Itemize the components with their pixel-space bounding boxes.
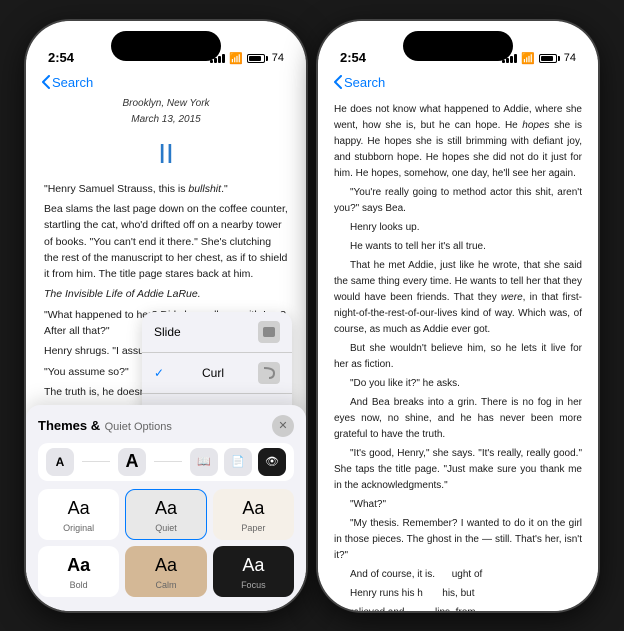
right-para-10: "What?" (334, 497, 582, 513)
themes-title: Themes & (38, 418, 100, 433)
dynamic-island (111, 31, 221, 61)
theme-focus-aa: Aa (242, 555, 264, 576)
right-para-6: But she wouldn't believe him, so he lets… (334, 341, 582, 373)
theme-paper[interactable]: Aa Paper (213, 489, 294, 540)
right-battery-label: 74 (564, 52, 576, 64)
wifi-icon: 📶 (229, 52, 243, 65)
theme-bold-aa: Aa (67, 555, 90, 576)
theme-original[interactable]: Aa Original (38, 489, 119, 540)
right-para-14: relieved and lips, from (334, 605, 582, 611)
theme-calm-label: Calm (155, 580, 176, 590)
theme-original-aa: Aa (68, 498, 90, 519)
font-row-icons: 📖 📄 👁 (190, 448, 286, 476)
right-para-3: Henry looks up. (334, 220, 582, 236)
transition-curl[interactable]: ✓ Curl (142, 353, 292, 394)
book-para-1: "Henry Samuel Strauss, this is bullshit.… (44, 181, 288, 197)
right-para-12: And of course, it is. ught of (334, 567, 582, 583)
divider2 (154, 461, 182, 462)
left-time: 2:54 (48, 50, 74, 65)
phones-container: 2:54 📶 74 (26, 21, 598, 611)
right-nav-bar: Search (318, 71, 598, 96)
theme-calm-aa: Aa (155, 555, 177, 576)
book-location: Brooklyn, New YorkMarch 13, 2015 (44, 96, 288, 128)
theme-paper-label: Paper (241, 523, 265, 533)
font-row: A A 📖 📄 👁 (38, 443, 294, 481)
book-para-3: The Invisible Life of Addie LaRue. (44, 286, 288, 302)
divider (82, 461, 110, 462)
right-back-button[interactable]: Search (334, 75, 385, 90)
right-book-text: He does not know what happened to Addie,… (318, 96, 598, 611)
left-back-button[interactable]: Search (42, 75, 93, 90)
book-chapter: II (44, 132, 288, 175)
right-para-11: "My thesis. Remember? I wanted to do it … (334, 516, 582, 564)
right-para-5: That he met Addie, just like he wrote, t… (334, 258, 582, 338)
right-battery-icon (539, 54, 560, 63)
font-book-icon[interactable]: 📖 (190, 448, 218, 476)
themes-panel: Themes & Quiet Options ✕ A A 📖 📄 👁 (26, 405, 306, 611)
theme-quiet-label: Quiet (155, 523, 177, 533)
right-para-9: "It's good, Henry," she says. "It's real… (334, 446, 582, 494)
left-phone: 2:54 📶 74 (26, 21, 306, 611)
close-button[interactable]: ✕ (272, 415, 294, 437)
left-nav-bar: Search (26, 71, 306, 96)
theme-quiet[interactable]: Aa Quiet (125, 489, 206, 540)
slide-icon (258, 321, 280, 343)
themes-options: Quiet Options (105, 421, 172, 433)
right-wifi-icon: 📶 (521, 52, 535, 65)
theme-calm[interactable]: Aa Calm (125, 546, 206, 597)
battery-label: 74 (272, 52, 284, 64)
book-para-2: Bea slams the last page down on the coff… (44, 201, 288, 282)
theme-bold-label: Bold (70, 580, 88, 590)
battery-icon (247, 54, 268, 63)
themes-title-group: Themes & Quiet Options (38, 417, 172, 435)
right-phone: 2:54 📶 74 (318, 21, 598, 611)
large-font-button[interactable]: A (118, 448, 146, 476)
theme-focus-label: Focus (241, 580, 266, 590)
theme-paper-aa: Aa (242, 498, 264, 519)
font-page-icon[interactable]: 📄 (224, 448, 252, 476)
small-font-button[interactable]: A (46, 448, 74, 476)
right-book-content: He does not know what happened to Addie,… (318, 96, 598, 611)
theme-original-label: Original (63, 523, 94, 533)
theme-bold[interactable]: Aa Bold (38, 546, 119, 597)
right-dynamic-island (403, 31, 513, 61)
right-para-13: Henry runs his h his, but (334, 586, 582, 602)
theme-quiet-aa: Aa (155, 498, 177, 519)
right-para-1: He does not know what happened to Addie,… (334, 102, 582, 182)
theme-grid: Aa Original Aa Quiet Aa Paper Aa Bold (38, 489, 294, 597)
right-para-4: He wants to tell her it's all true. (334, 239, 582, 255)
right-time: 2:54 (340, 50, 366, 65)
left-book-content: Brooklyn, New YorkMarch 13, 2015 II "Hen… (26, 96, 306, 611)
font-eye-icon[interactable]: 👁 (258, 448, 286, 476)
theme-focus[interactable]: Aa Focus (213, 546, 294, 597)
curl-icon (258, 362, 280, 384)
left-status-icons: 📶 74 (210, 52, 284, 65)
right-para-8: And Bea breaks into a grin. There is no … (334, 395, 582, 443)
right-para-2: "You're really going to method actor thi… (334, 185, 582, 217)
right-status-icons: 📶 74 (502, 52, 576, 65)
right-para-7: "Do you like it?" he asks. (334, 376, 582, 392)
themes-header: Themes & Quiet Options ✕ (38, 415, 294, 437)
transition-slide[interactable]: Slide (142, 312, 292, 353)
